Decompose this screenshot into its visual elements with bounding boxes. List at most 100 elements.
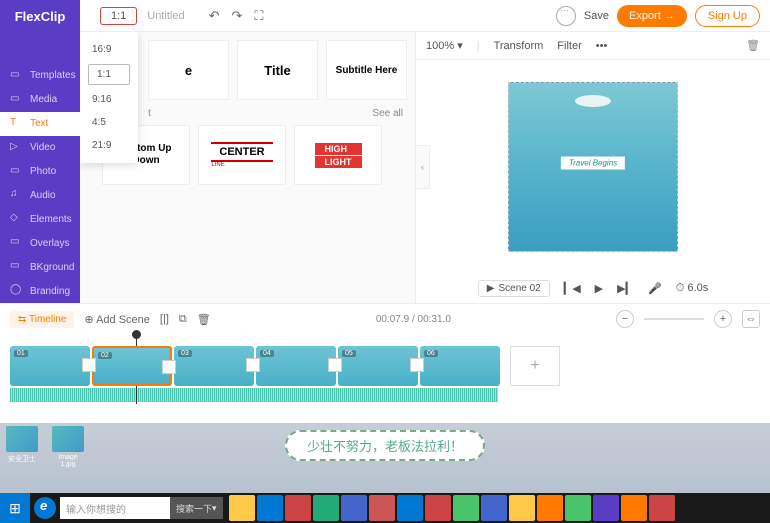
taskbar-app[interactable] <box>565 495 591 521</box>
start-button[interactable]: ⊞ <box>0 493 30 523</box>
mic-icon[interactable]: 🎤 <box>648 282 662 295</box>
undo-icon[interactable]: ↶ <box>209 8 220 24</box>
redo-icon[interactable]: ↷ <box>232 8 243 24</box>
clip-03[interactable]: 03⋈ <box>174 346 254 386</box>
fit-icon[interactable]: ⇔ <box>742 310 760 328</box>
copy-icon[interactable]: ⧉ <box>179 313 187 326</box>
sidebar-item-text[interactable]: TText <box>0 112 80 136</box>
fullscreen-icon[interactable]: ⛶ <box>254 8 263 24</box>
project-title[interactable]: Untitled <box>147 10 184 22</box>
transition-icon[interactable]: ⋈ <box>246 358 260 372</box>
add-clip-button[interactable]: + <box>510 346 560 386</box>
taskbar: ⊞ 输入你想搜的 搜索一下 ▾ <box>0 493 770 523</box>
zoom-in-icon[interactable]: + <box>714 310 732 328</box>
clip-05[interactable]: 05⋈ <box>338 346 418 386</box>
clip-number: 05 <box>342 350 356 357</box>
taskbar-app[interactable] <box>537 495 563 521</box>
bkground-icon: ▭ <box>10 260 24 274</box>
taskbar-app[interactable] <box>229 495 255 521</box>
sidebar-item-templates[interactable]: ▭Templates <box>0 64 80 88</box>
signup-button[interactable]: Sign Up <box>695 5 760 27</box>
sidebar-item-photo[interactable]: ▭ Photo <box>0 160 80 184</box>
taskbar-app[interactable] <box>453 495 479 521</box>
taskbar-search-button[interactable]: 搜索一下 ▾ <box>170 497 223 519</box>
clip-02[interactable]: 02⋈ <box>92 346 172 386</box>
audio-track[interactable] <box>10 388 498 402</box>
desktop-icon-label: Image 1.jpg <box>58 454 77 468</box>
taskbar-app[interactable] <box>313 495 339 521</box>
clip-06[interactable]: 06 <box>420 346 500 386</box>
more-icon[interactable]: ••• <box>596 40 608 52</box>
ratio-option-916[interactable]: 9:16 <box>80 88 138 111</box>
text-preset-title[interactable]: Title <box>237 40 318 100</box>
taskbar-app[interactable] <box>621 495 647 521</box>
collapse-panel-button[interactable]: ‹ <box>416 145 430 189</box>
canvas-text-overlay[interactable]: Travel Begins <box>561 157 625 170</box>
sidebar-item-elements[interactable]: ◇Elements <box>0 207 80 231</box>
split-icon[interactable]: [|] <box>160 313 169 325</box>
scene-label: Scene 02 <box>498 283 540 294</box>
filter-button[interactable]: Filter <box>557 40 581 52</box>
clip-number: 04 <box>260 350 274 357</box>
ratio-option-45[interactable]: 4:5 <box>80 111 138 134</box>
delete-icon[interactable]: 🗑 <box>746 39 760 52</box>
ratio-option-169[interactable]: 16:9 <box>80 38 138 61</box>
sidebar-item-audio[interactable]: ♫Audio <box>0 184 80 208</box>
taskbar-app[interactable] <box>649 495 675 521</box>
sidebar-item-video[interactable]: ▷Video <box>0 136 80 160</box>
sidebar-item-bkground[interactable]: ▭BKground <box>0 255 80 279</box>
timeline-tab[interactable]: ⇆ Timeline <box>10 311 74 328</box>
desktop-icon-image[interactable]: Image 1.jpg <box>50 426 86 468</box>
clip-number: 02 <box>98 352 112 359</box>
sidebar-item-branding[interactable]: ◯Branding <box>0 279 80 303</box>
sidebar-label: Photo <box>30 166 56 177</box>
taskbar-search-input[interactable]: 输入你想搜的 <box>60 497 170 519</box>
text-preset-highlight[interactable]: HIGHLIGHT <box>294 125 382 185</box>
transition-icon[interactable]: ⋈ <box>162 360 176 374</box>
taskbar-app[interactable] <box>481 495 507 521</box>
text-preset-headline[interactable]: e <box>148 40 229 100</box>
see-all-link[interactable]: See all <box>372 108 403 119</box>
preset-label: Title <box>264 63 291 78</box>
ratio-option-219[interactable]: 21:9 <box>80 134 138 157</box>
play-scene-button[interactable]: ▶Scene 02 <box>478 280 550 297</box>
sidebar-item-media[interactable]: ▭Media <box>0 88 80 112</box>
canvas[interactable]: Travel Begins <box>508 82 678 252</box>
aspect-ratio-button[interactable]: 1:1 <box>100 7 137 25</box>
next-icon[interactable]: ▶▎ <box>617 282 634 295</box>
prev-icon[interactable]: ▎◀ <box>564 282 581 295</box>
taskbar-app[interactable] <box>397 495 423 521</box>
play-icon[interactable]: ▶ <box>595 282 603 295</box>
clip-04[interactable]: 04⋈ <box>256 346 336 386</box>
taskbar-app[interactable] <box>341 495 367 521</box>
text-preset-center[interactable]: CENTERLINE <box>198 125 286 185</box>
clip-number: 06 <box>424 350 438 357</box>
save-button[interactable]: Save <box>584 10 609 22</box>
transition-icon[interactable]: ⋈ <box>82 358 96 372</box>
ratio-option-11[interactable]: 1:1 <box>88 64 130 85</box>
ie-icon[interactable] <box>34 497 56 519</box>
taskbar-app[interactable] <box>509 495 535 521</box>
chat-icon[interactable] <box>556 6 576 26</box>
taskbar-app[interactable] <box>369 495 395 521</box>
add-scene-button[interactable]: ⊕ Add Scene <box>84 313 150 326</box>
taskbar-app[interactable] <box>257 495 283 521</box>
audio-icon: ♫ <box>10 188 24 202</box>
clip-01[interactable]: 01⋈ <box>10 346 90 386</box>
photo-icon: ▭ <box>10 165 24 179</box>
overlays-icon: ▭ <box>10 236 24 250</box>
export-button[interactable]: Export → <box>617 5 687 27</box>
zoom-slider[interactable] <box>644 318 704 320</box>
transition-icon[interactable]: ⋈ <box>328 358 342 372</box>
taskbar-app[interactable] <box>593 495 619 521</box>
zoom-out-icon[interactable]: − <box>616 310 634 328</box>
text-preset-subtitle[interactable]: Subtitle Here <box>326 40 407 100</box>
sidebar-item-overlays[interactable]: ▭Overlays <box>0 231 80 255</box>
delete-clip-icon[interactable]: 🗑 <box>197 313 211 326</box>
transition-icon[interactable]: ⋈ <box>410 358 424 372</box>
taskbar-app[interactable] <box>425 495 451 521</box>
transform-button[interactable]: Transform <box>494 40 544 52</box>
taskbar-app[interactable] <box>285 495 311 521</box>
desktop-icon-security[interactable]: 安全卫士 <box>4 426 40 468</box>
zoom-select[interactable]: 100% ▾ <box>426 39 463 52</box>
